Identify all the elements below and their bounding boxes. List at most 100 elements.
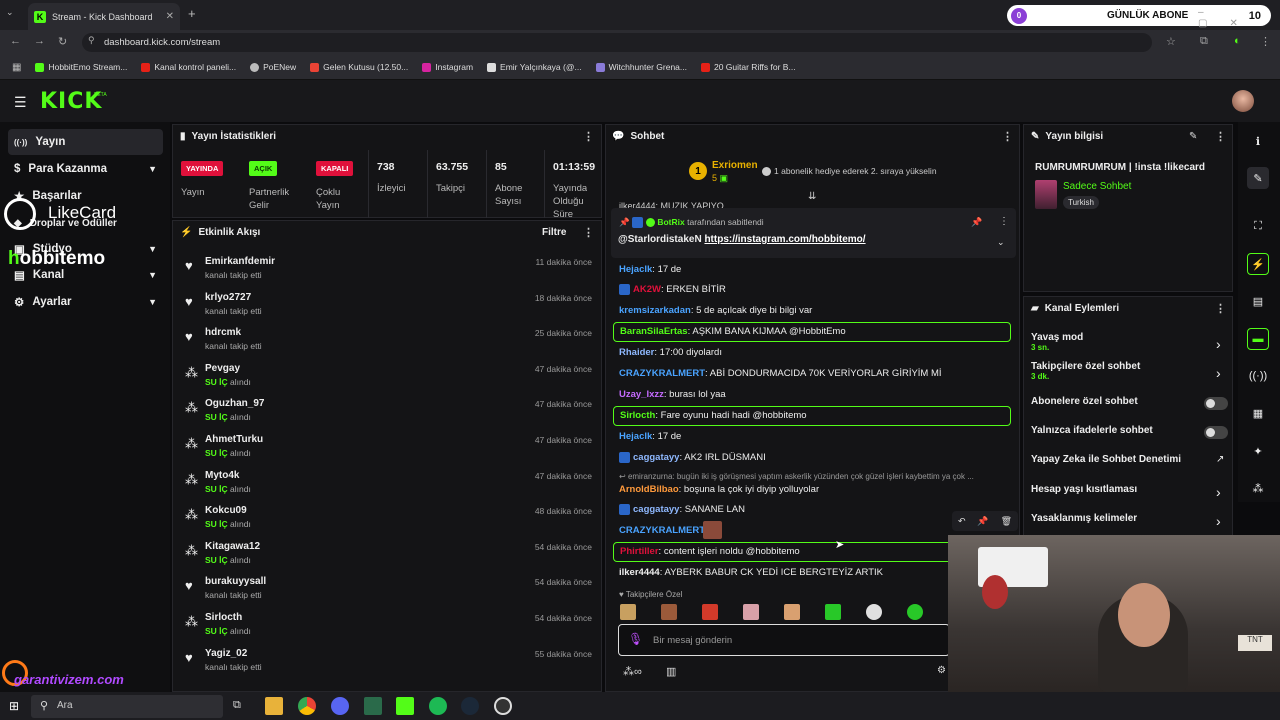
forward-icon[interactable]: → (34, 35, 45, 47)
nav-item-yayin[interactable]: ((·)) Yayın (8, 129, 163, 155)
close-tab-icon[interactable]: ✕ (166, 11, 174, 22)
chat-username[interactable]: Uzay_Ixzz (619, 389, 664, 400)
nav-item-para-kazanma[interactable]: $ Para Kazanma ▼ (8, 156, 163, 182)
channel-action-item[interactable]: Takipçilere özel sohbet 3 dk. (1031, 361, 1140, 381)
xbox-icon[interactable] (364, 697, 382, 715)
chat-username[interactable]: BaranSilaErtas (620, 326, 688, 337)
bookmark-star-icon[interactable]: ☆ (1166, 35, 1176, 48)
channel-action-item[interactable]: Hesap yaşı kısıtlaması (1031, 484, 1137, 495)
chat-icon[interactable]: ▬ (1247, 328, 1269, 350)
chat-username[interactable]: Hejaclk (619, 431, 652, 442)
obs-icon[interactable] (494, 697, 512, 715)
chat-input[interactable]: Bir mesaj gönderin (618, 624, 950, 656)
emote[interactable] (866, 604, 882, 620)
toggle-switch[interactable] (1204, 397, 1228, 410)
stream-category[interactable]: Sadece Sohbet (1063, 181, 1131, 192)
emote[interactable] (784, 604, 800, 620)
reload-icon[interactable]: ↻ (58, 35, 67, 48)
category-thumbnail[interactable] (1035, 180, 1057, 209)
lightning-icon[interactable]: ⚡ (1247, 253, 1269, 275)
chat-username[interactable]: Rhaider (619, 347, 654, 358)
document-icon[interactable]: ▤ (1247, 290, 1269, 312)
activity-menu-icon[interactable]: ⋮ (583, 226, 594, 239)
wrench-icon[interactable]: ✦ (1247, 440, 1269, 462)
top-gifter-name[interactable]: Exriomen (712, 160, 758, 171)
emote[interactable] (743, 604, 759, 620)
discord-icon[interactable] (331, 697, 349, 715)
taskbar-search[interactable]: Ara (31, 695, 223, 718)
profile-icon[interactable]: ◐ (1234, 35, 1241, 47)
bookmark-item[interactable]: 20 Guitar Riffs for B... (700, 62, 796, 72)
pinned-link[interactable]: https://instagram.com/hobbitemo/ (704, 234, 865, 245)
chat-username[interactable]: Phirtiller (620, 546, 659, 557)
delete-icon[interactable]: 🗑 (1001, 516, 1012, 527)
users-icon[interactable]: ⁂ (1247, 477, 1269, 499)
activity-username[interactable]: Kokcu09 (205, 505, 247, 516)
edit-stream-icon[interactable]: ✎ (1247, 167, 1269, 189)
points-icon[interactable]: ⁂∞ (623, 665, 642, 678)
pin-icon[interactable]: 📌 (977, 516, 988, 527)
microphone-icon[interactable]: 🎙 (628, 632, 643, 646)
url-field[interactable]: dashboard.kick.com/stream (82, 33, 1152, 52)
activity-username[interactable]: Myto4k (205, 470, 239, 481)
chat-username[interactable]: CRAZYKRALMERT (619, 525, 705, 536)
external-link-icon[interactable]: ↗ (1216, 454, 1224, 465)
emote[interactable] (907, 604, 923, 620)
emote[interactable] (702, 604, 718, 620)
window-controls[interactable]: –▢✕ (1198, 7, 1280, 29)
browser-tab[interactable]: K Stream - Kick Dashboard ✕ (28, 3, 180, 30)
info-icon[interactable]: ℹ (1247, 130, 1269, 152)
channel-action-item[interactable]: Yasaklanmış kelimeler (1031, 513, 1137, 524)
emote[interactable] (825, 604, 841, 620)
back-icon[interactable]: ← (10, 35, 21, 47)
reply-icon[interactable]: ↶ (958, 516, 966, 527)
activity-username[interactable]: AhmetTurku (205, 434, 263, 445)
activity-username[interactable]: krlyo2727 (205, 292, 251, 303)
nav-item-ayarlar[interactable]: ⚙ Ayarlar ▼ (8, 289, 163, 315)
fullscreen-icon[interactable]: ⛶ (1247, 215, 1269, 237)
chat-settings-icon[interactable]: ⚙ (937, 665, 946, 676)
broadcast-icon[interactable]: ((·)) (1247, 365, 1269, 387)
bookmark-item[interactable]: Instagram (422, 62, 473, 72)
chat-username[interactable]: AK2W (633, 284, 661, 295)
chat-username[interactable]: caggatayy (633, 452, 679, 463)
activity-username[interactable]: Kitagawa12 (205, 541, 260, 552)
activity-username[interactable]: Oguzhan_97 (205, 398, 264, 409)
unpin-icon[interactable]: 📌 (971, 217, 982, 228)
emote[interactable] (661, 604, 677, 620)
chat-username[interactable]: CRAZYKRALMERT (619, 368, 705, 379)
channel-action-item[interactable]: Yapay Zeka ile Sohbet Denetimi (1031, 454, 1181, 465)
activity-username[interactable]: Emirkanfdemir (205, 256, 275, 267)
chevron-right-icon[interactable]: › (1216, 513, 1221, 529)
chat-username[interactable]: Hejaclk (619, 264, 652, 275)
expand-pinned-icon[interactable]: ⌄ (997, 237, 1005, 248)
hamburger-menu-icon[interactable]: ☰ (14, 94, 27, 111)
activity-username[interactable]: Yagiz_02 (205, 648, 247, 659)
activity-username[interactable]: burakuyysall (205, 576, 266, 587)
apps-grid-icon[interactable]: ▦ (12, 62, 21, 73)
bookmark-item[interactable]: PoENew (250, 62, 296, 72)
chevron-right-icon[interactable]: › (1216, 484, 1221, 500)
user-avatar[interactable] (1232, 90, 1254, 112)
toggle-switch[interactable] (1204, 426, 1228, 439)
chevron-right-icon[interactable]: › (1216, 336, 1221, 352)
chat-menu-icon[interactable]: ⋮ (1002, 130, 1013, 143)
windows-start-icon[interactable]: ⊞ (9, 699, 19, 713)
layers-icon[interactable]: ▦ (1247, 402, 1269, 424)
bookmark-item[interactable]: Emir Yalçınkaya (@... (487, 62, 582, 72)
bookmark-item[interactable]: Gelen Kutusu (12.50... (310, 62, 408, 72)
edit-icon[interactable]: ✎ (1189, 131, 1197, 142)
activity-username[interactable]: Pevgay (205, 363, 240, 374)
chat-username[interactable]: Sirlocth (620, 410, 655, 421)
emote[interactable] (620, 604, 636, 620)
actions-menu-icon[interactable]: ⋮ (1215, 302, 1226, 315)
site-info-icon[interactable]: ⚲ (88, 35, 95, 46)
file-explorer-icon[interactable] (265, 697, 283, 715)
new-tab-icon[interactable]: + (188, 6, 196, 21)
channel-action-item[interactable]: Yavaş mod 3 sn. (1031, 332, 1083, 352)
stats-menu-icon[interactable]: ⋮ (583, 130, 594, 143)
chat-username[interactable]: caggatayy (633, 504, 679, 515)
channel-action-item[interactable]: Yalnızca ifadelerle sohbet (1031, 425, 1153, 436)
pinned-menu-icon[interactable]: ⋮ (999, 216, 1009, 227)
bookmark-item[interactable]: Kanal kontrol paneli... (141, 62, 236, 72)
